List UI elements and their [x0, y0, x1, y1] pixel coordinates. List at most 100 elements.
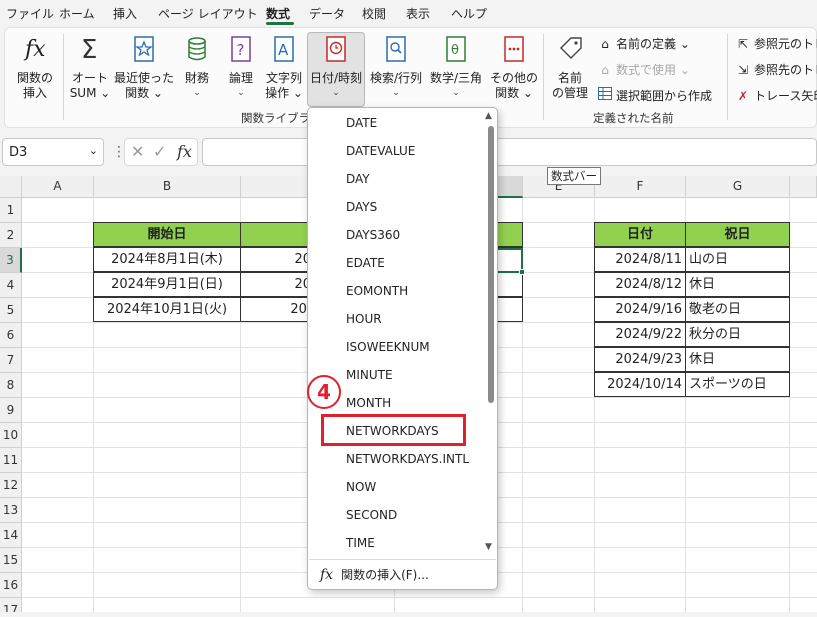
table-header-date[interactable]: 日付: [594, 222, 686, 247]
menu-item-day[interactable]: DAY: [346, 172, 370, 186]
row-header[interactable]: 7: [0, 348, 22, 373]
menu-item-month[interactable]: MONTH: [346, 396, 391, 410]
table-cell[interactable]: 休日: [685, 272, 790, 297]
row-header[interactable]: 14: [0, 523, 22, 548]
math-trig-button[interactable]: θ 数学/三角 ⌄: [427, 34, 485, 101]
menu-item-edate[interactable]: EDATE: [346, 256, 385, 270]
table-cell[interactable]: 山の日: [685, 247, 790, 272]
menu-formulas[interactable]: 数式: [266, 5, 290, 22]
table-header-holiday[interactable]: 祝日: [685, 222, 790, 247]
text-functions-label-1: 文字列: [265, 71, 302, 85]
row-header[interactable]: 10: [0, 423, 22, 448]
row-header[interactable]: 5: [0, 298, 22, 323]
table-cell[interactable]: 敬老の日: [685, 297, 790, 322]
datetime-button[interactable]: 日付/時刻 ⌄: [307, 34, 365, 101]
column-header-b[interactable]: B: [94, 176, 241, 198]
table-cell[interactable]: 2024/9/22: [594, 322, 686, 347]
column-header-a[interactable]: A: [22, 176, 94, 198]
row-header[interactable]: 1: [0, 198, 22, 223]
menu-review[interactable]: 校閲: [362, 5, 386, 22]
autosum-label-2: SUM ⌄: [69, 86, 111, 100]
insert-function-menu-item[interactable]: fx 関数の挿入(F)...: [320, 566, 429, 583]
table-cell[interactable]: 秋分の日: [685, 322, 790, 347]
table-cell[interactable]: 休日: [685, 347, 790, 372]
menu-view[interactable]: 表示: [406, 5, 430, 22]
datetime-dropdown-menu: DATE DATEVALUE DAY DAYS DAYS360 EDATE EO…: [307, 107, 498, 590]
menu-item-eomonth[interactable]: EOMONTH: [346, 284, 408, 298]
logical-button[interactable]: ? 論理 ⌄: [223, 34, 259, 101]
menu-item-minute[interactable]: MINUTE: [346, 368, 393, 382]
menu-help[interactable]: ヘルプ: [451, 5, 487, 22]
menu-item-days[interactable]: DAYS: [346, 200, 377, 214]
row-header[interactable]: 15: [0, 548, 22, 573]
scroll-down-arrow-icon[interactable]: ▼: [485, 542, 492, 552]
financial-button[interactable]: 財務 ⌄: [179, 34, 215, 101]
text-functions-button[interactable]: A 文字列 操作 ⌄: [263, 34, 305, 101]
row-header[interactable]: 11: [0, 448, 22, 473]
menu-item-isoweeknum[interactable]: ISOWEEKNUM: [346, 340, 430, 354]
menu-home[interactable]: ホーム: [59, 5, 95, 22]
more-functions-button[interactable]: その他の 関数 ⌄: [487, 34, 541, 101]
name-box[interactable]: D3 ⌄: [2, 138, 104, 166]
row-header[interactable]: 9: [0, 398, 22, 423]
cancel-icon[interactable]: ✕: [131, 142, 144, 161]
row-header[interactable]: 16: [0, 573, 22, 598]
column-header-f[interactable]: F: [595, 176, 686, 198]
row-header[interactable]: 8: [0, 373, 22, 398]
menu-item-time[interactable]: TIME: [346, 536, 375, 550]
menu-page-layout[interactable]: ページ レイアウト: [158, 5, 258, 22]
select-all-corner[interactable]: [0, 176, 22, 198]
table-cell[interactable]: 2024/8/11: [594, 247, 686, 272]
name-manager-button[interactable]: 名前 の管理: [549, 34, 591, 101]
menu-item-hour[interactable]: HOUR: [346, 312, 382, 326]
use-in-formula-button[interactable]: ⌂ 数式で使用 ⌄: [597, 61, 690, 78]
table-cell[interactable]: 2024/9/23: [594, 347, 686, 372]
row-header[interactable]: 3: [0, 248, 22, 273]
menu-item-datevalue[interactable]: DATEVALUE: [346, 144, 415, 158]
datetime-caret: ⌄: [332, 88, 340, 98]
menu-item-now[interactable]: NOW: [346, 480, 376, 494]
row-header[interactable]: 2: [0, 223, 22, 248]
fill-handle[interactable]: [519, 269, 525, 275]
scroll-up-arrow-icon[interactable]: ▲: [485, 111, 492, 121]
table-cell[interactable]: 2024年8月1日(木): [93, 247, 241, 272]
lookup-reference-button[interactable]: 検索/行列 ⌄: [367, 34, 425, 101]
menu-divider: [309, 559, 496, 560]
table-cell[interactable]: 2024年10月1日(火): [93, 297, 241, 322]
row-header[interactable]: 13: [0, 498, 22, 523]
table-cell[interactable]: 2024/8/12: [594, 272, 686, 297]
menu-item-networkdays-intl[interactable]: NETWORKDAYS.INTL: [346, 452, 469, 466]
table-header-start-date[interactable]: 開始日: [93, 222, 241, 247]
menu-item-date[interactable]: DATE: [346, 116, 377, 130]
table-cell[interactable]: 2024年9月1日(日): [93, 272, 241, 297]
menu-file[interactable]: ファイル: [6, 5, 54, 22]
formula-input[interactable]: [202, 138, 817, 166]
row-header[interactable]: 12: [0, 473, 22, 498]
table-cell[interactable]: スポーツの日: [685, 372, 790, 397]
remove-arrows-button[interactable]: ✗ トレース矢印の: [735, 87, 817, 104]
theta-book-icon: θ: [427, 34, 485, 68]
autosum-button[interactable]: Σ オート SUM ⌄: [67, 34, 113, 101]
scrollbar-thumb[interactable]: [488, 126, 494, 403]
row-header[interactable]: 4: [0, 273, 22, 298]
recently-used-button[interactable]: 最近使った 関数 ⌄: [113, 34, 175, 101]
dropdown-scrollbar[interactable]: ▲ ▼: [484, 111, 496, 558]
column-header-h[interactable]: [790, 176, 817, 198]
menu-item-days360[interactable]: DAYS360: [346, 228, 400, 242]
column-header-g[interactable]: G: [686, 176, 790, 198]
chevron-down-icon[interactable]: ⌄: [89, 144, 98, 157]
insert-function-button[interactable]: fx 関数の 挿入: [11, 34, 59, 101]
check-icon[interactable]: ✓: [153, 142, 166, 161]
menu-item-second[interactable]: SECOND: [346, 508, 397, 522]
menu-insert[interactable]: 挿入: [113, 5, 137, 22]
table-cell[interactable]: 2024/9/16: [594, 297, 686, 322]
trace-dependents-button[interactable]: ⇲ 参照先のトレ: [735, 61, 817, 78]
fx-icon[interactable]: fx: [177, 142, 192, 161]
table-cell[interactable]: 2024/10/14: [594, 372, 686, 397]
trace-precedents-button[interactable]: ⇱ 参照元のトレ: [735, 35, 817, 52]
text-functions-label-2: 操作 ⌄: [265, 86, 303, 100]
define-name-button[interactable]: ⌂ 名前の定義 ⌄: [597, 35, 690, 52]
row-header[interactable]: 6: [0, 323, 22, 348]
menu-data[interactable]: データ: [309, 5, 345, 22]
create-from-selection-button[interactable]: 選択範囲から作成: [597, 87, 712, 104]
